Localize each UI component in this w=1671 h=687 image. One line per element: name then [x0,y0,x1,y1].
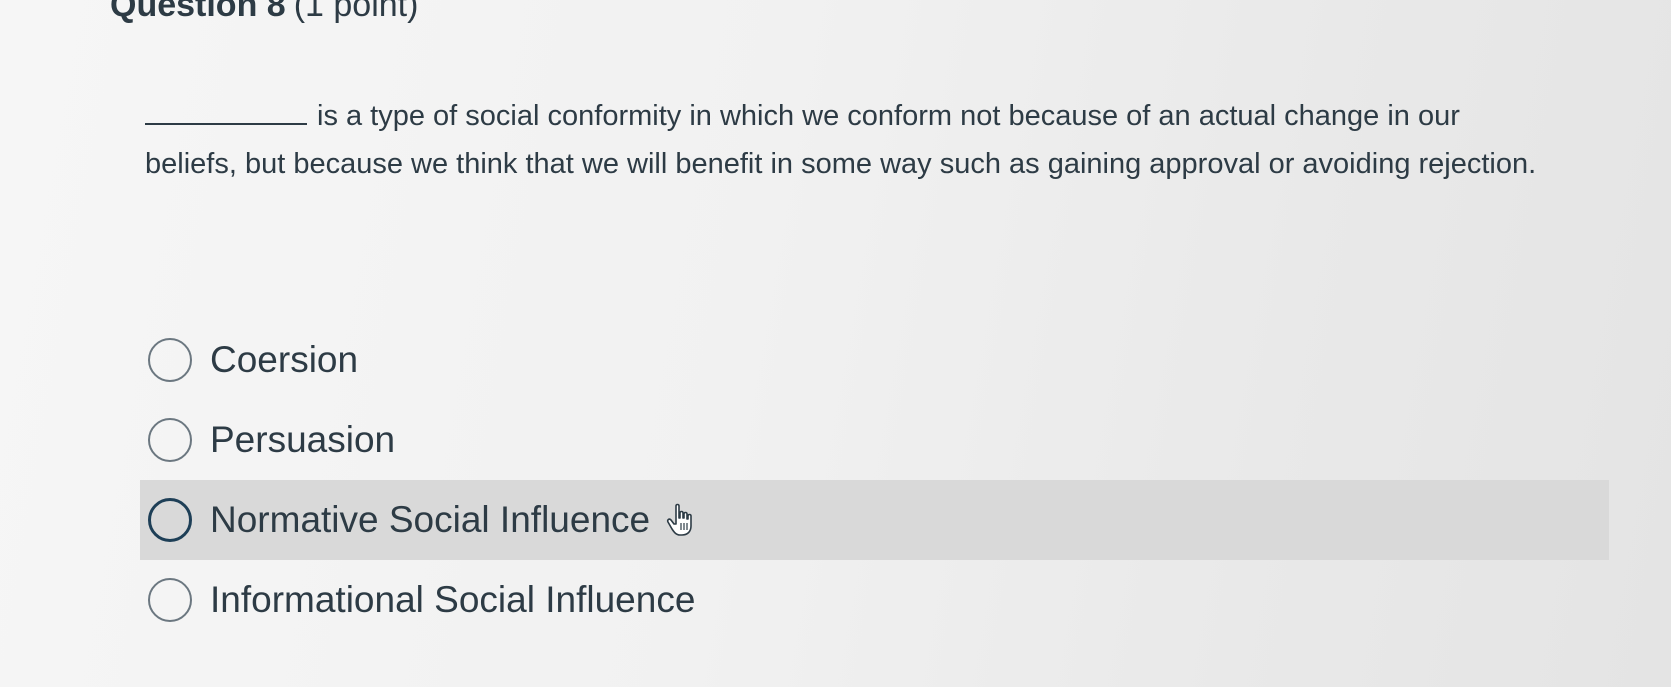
answer-label: Normative Social Influence [210,499,651,540]
question-title: Question 8 [110,0,286,24]
question-body: is a type of social conformity in which … [145,100,1537,180]
answer-option-informational-social-influence[interactable]: Informational Social Influence [0,560,1671,640]
answer-label: Persuasion [210,419,396,460]
question-header: Question 8 (1 point) [110,0,418,25]
answer-label: Informational Social Influence [210,579,696,620]
question-text: is a type of social conformity in which … [145,92,1545,188]
radio-unchecked-icon[interactable] [148,338,192,382]
question-points: (1 point) [293,0,419,24]
answer-option-normative-social-influence[interactable]: Normative Social Influence [140,480,1609,560]
radio-unchecked-icon[interactable] [148,578,192,622]
answer-option-coersion[interactable]: Coersion [0,320,1671,400]
radio-unchecked-icon[interactable] [148,418,192,462]
answer-option-persuasion[interactable]: Persuasion [0,400,1671,480]
answer-list: Coersion Persuasion Normative Social Inf… [0,320,1671,640]
radio-unchecked-icon[interactable] [148,498,192,542]
hand-pointer-icon [667,503,692,536]
answer-label: Coersion [210,339,359,380]
fill-in-blank-line [145,97,307,125]
